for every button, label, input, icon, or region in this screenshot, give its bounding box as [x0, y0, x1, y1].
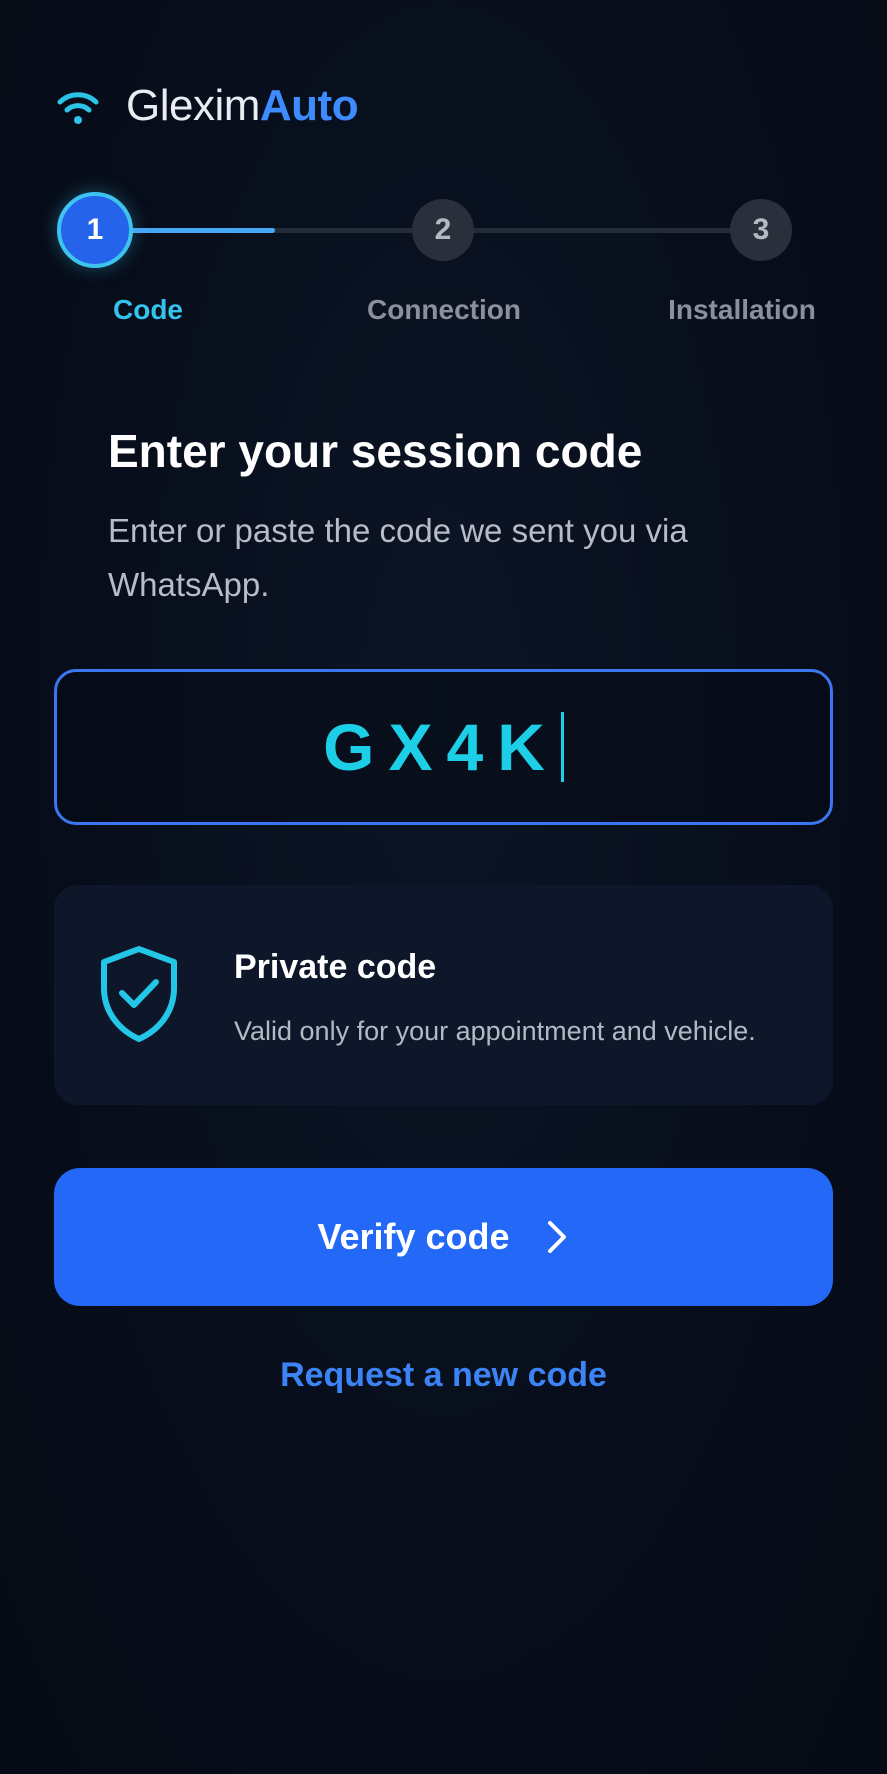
verify-code-button[interactable]: Verify code [54, 1168, 833, 1306]
private-code-title: Private code [234, 948, 437, 986]
step-2-circle: 2 [412, 199, 474, 261]
page-title: Enter your session code [108, 425, 643, 477]
text-caret [560, 712, 564, 782]
brand-name-light: Glexim [126, 81, 260, 130]
verify-code-label: Verify code [317, 1216, 510, 1257]
chevron-right-icon [547, 1221, 566, 1253]
step-3-circle: 3 [730, 199, 792, 261]
wifi-icon [57, 92, 99, 124]
brand-name-bold: Auto [259, 81, 359, 130]
shield-check-icon [101, 946, 177, 1042]
page-subtitle: Enter or paste the code we sent you via … [108, 512, 688, 603]
step-1-circle: 1 [57, 192, 133, 268]
brand-name: GleximAuto [126, 81, 359, 130]
session-code-value: GX4K [323, 710, 559, 784]
brand-header: GleximAuto [56, 78, 359, 134]
session-code-input[interactable]: GX4K [54, 669, 833, 825]
private-code-description: Valid only for your appointment and vehi… [234, 1016, 756, 1046]
step-1-label: Code [113, 294, 183, 325]
request-new-code-link[interactable]: Request a new code [0, 1356, 887, 1395]
step-1-number: 1 [86, 213, 104, 246]
step-2-label: Connection [367, 294, 521, 325]
step-3-number: 3 [752, 213, 770, 246]
step-3-label: Installation [668, 294, 816, 325]
step-2-number: 2 [434, 213, 452, 246]
